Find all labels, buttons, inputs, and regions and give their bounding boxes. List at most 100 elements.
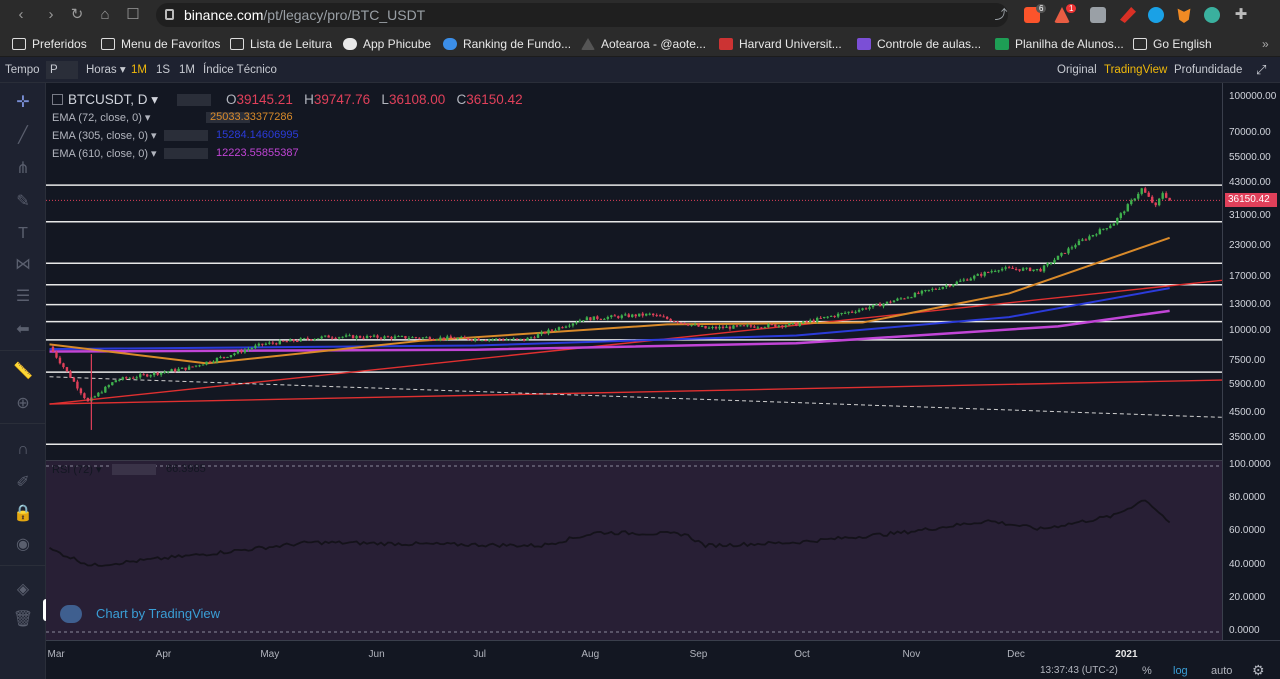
candle-body — [1011, 267, 1014, 269]
rsi-controls[interactable] — [112, 464, 156, 475]
eye-icon[interactable]: ◉ — [12, 534, 34, 556]
extension-pen-icon[interactable] — [1120, 7, 1136, 23]
collapse-icon[interactable] — [52, 94, 63, 105]
lock-icon[interactable]: 🔒 — [12, 503, 34, 525]
candle-body — [700, 325, 704, 327]
ema305-controls[interactable] — [164, 130, 208, 141]
pitchfork-icon[interactable]: ⋔ — [12, 158, 34, 180]
bookmark-item[interactable]: Go English — [1133, 35, 1212, 53]
candle-body — [519, 338, 522, 340]
bookmarks-overflow-icon[interactable]: » — [1262, 35, 1269, 53]
bookmark-item[interactable]: App Phicube — [343, 35, 431, 53]
back-arrow-icon[interactable]: ⬅ — [12, 319, 34, 341]
candle-body — [313, 339, 316, 341]
bookmark-icon[interactable]: ☐ — [124, 6, 142, 24]
pencil-lock-icon[interactable]: ✐ — [12, 472, 34, 494]
month-tick-label: Sep — [689, 649, 708, 660]
zoom-icon[interactable]: ⊕ — [12, 393, 34, 415]
share-icon[interactable]: ⤴ — [992, 6, 1010, 24]
candle-body — [201, 364, 205, 366]
price-tick-label: 13000.00 — [1229, 298, 1271, 310]
indicators-button[interactable]: Índice Técnico — [203, 61, 277, 79]
ema610-controls[interactable] — [164, 148, 208, 159]
candle-body — [760, 327, 763, 329]
candle-body — [763, 327, 767, 329]
fib-icon[interactable]: ☰ — [12, 286, 34, 308]
extensions-puzzle-icon[interactable]: ✚ — [1232, 6, 1250, 24]
candle-body — [910, 297, 913, 299]
candle-body — [805, 321, 808, 323]
extension-a-icon[interactable] — [1204, 7, 1220, 23]
candle-body — [505, 339, 508, 341]
ruler-icon[interactable]: 📏 — [12, 361, 34, 383]
ema610-legend[interactable]: EMA (610, close, 0) ▾ 12223.55855387 — [52, 147, 299, 160]
tempo-select[interactable]: P — [46, 61, 78, 79]
symbol-legend[interactable]: BTCUSDT, D ▾ — [52, 92, 158, 108]
bookmark-item[interactable]: Menu de Favoritos — [101, 35, 220, 53]
forward-icon[interactable]: › — [42, 6, 60, 24]
candle-body — [292, 339, 295, 342]
extension-b-icon[interactable] — [1090, 7, 1106, 23]
bookmark-item[interactable]: Lista de Leitura — [230, 35, 332, 53]
back-icon[interactable]: ‹ — [12, 6, 30, 24]
clock-time[interactable]: 13:37:43 (UTC-2) — [1040, 665, 1118, 676]
trendline — [49, 379, 1222, 405]
magnet-icon[interactable]: ∩ — [12, 439, 34, 461]
bookmark-item[interactable]: Planilha de Alunos... — [995, 35, 1124, 53]
candle-body — [658, 315, 662, 317]
address-bar[interactable]: binance.com/pt/legacy/pro/BTC_USDT — [156, 3, 1008, 27]
metamask-icon[interactable] — [1177, 8, 1191, 23]
bookmark-item[interactable]: Preferidos — [12, 35, 87, 53]
interval-1s-button[interactable]: 1S — [156, 61, 170, 79]
watermark[interactable]: Chart by TradingView — [96, 606, 220, 621]
legend-settings-icon[interactable] — [177, 94, 211, 106]
rsi-tick-label: 40.0000 — [1229, 558, 1266, 570]
home-icon[interactable]: ⌂ — [96, 6, 114, 24]
trendline-icon[interactable]: ╱ — [12, 125, 34, 147]
percent-toggle[interactable]: % — [1142, 665, 1152, 677]
view-depth-tab[interactable]: Profundidade — [1174, 61, 1242, 79]
candle-body — [864, 308, 868, 310]
rsi-canvas[interactable] — [46, 461, 1222, 641]
candle-body — [114, 380, 117, 383]
price-chart[interactable]: BTCUSDT, D ▾ O39145.21 H39747.76 L36108.… — [46, 83, 1222, 460]
rsi-pane[interactable]: RSI (72) ▾ 66.3985 Chart by TradingView — [46, 460, 1222, 640]
auto-toggle[interactable]: auto — [1211, 665, 1232, 677]
brush-icon[interactable]: ✎ — [12, 191, 34, 213]
candle-body — [795, 322, 798, 326]
folder-icon — [101, 38, 115, 50]
crosshair-icon[interactable]: ✛ — [12, 92, 34, 114]
extension-paypal-icon[interactable] — [1148, 7, 1164, 23]
view-tradingview-tab[interactable]: TradingView — [1104, 61, 1167, 79]
time-axis[interactable]: Mar Apr May Jun Jul Aug Sep Oct Nov Dec 2021 13:37… — [46, 640, 1280, 679]
candle-body — [316, 338, 320, 340]
layers-icon[interactable]: ◈ — [12, 579, 34, 601]
bookmark-item[interactable]: Aotearoa - @aote... — [581, 35, 706, 53]
candle-body — [337, 337, 341, 339]
candle-body — [1014, 268, 1018, 270]
ema305-legend[interactable]: EMA (305, close, 0) ▾ 15284.14606995 — [52, 129, 299, 142]
candle-body — [997, 270, 1000, 272]
candle-body — [358, 336, 362, 338]
interval-1m-button[interactable]: 1M — [131, 61, 147, 79]
view-original-tab[interactable]: Original — [1057, 61, 1097, 79]
price-scale[interactable]: 100000.00 70000.00 55000.00 43000.00 31000.0… — [1222, 83, 1280, 640]
pattern-icon[interactable]: ⋈ — [12, 254, 34, 276]
text-icon[interactable]: T — [12, 223, 34, 245]
rsi-legend[interactable]: RSI (72) ▾ 66.3985 — [52, 463, 206, 476]
log-toggle[interactable]: log — [1173, 665, 1188, 677]
interval-1month-button[interactable]: 1M — [179, 61, 195, 79]
reload-icon[interactable]: ↻ — [68, 6, 86, 24]
candle-body — [481, 340, 484, 342]
bookmark-item[interactable]: Harvard Universit... — [719, 35, 842, 53]
bookmark-item[interactable]: Ranking de Fundo... — [443, 35, 571, 53]
trash-icon[interactable]: 🗑 — [12, 609, 34, 631]
hours-dropdown[interactable]: Horas ▾ — [86, 61, 126, 79]
ema72-legend[interactable]: EMA (72, close, 0) ▾ 25033.33377286 — [52, 111, 293, 124]
mountain-icon — [581, 38, 595, 50]
fullscreen-icon[interactable]: ⤢ — [1256, 61, 1266, 79]
bookmark-item[interactable]: Controle de aulas... — [857, 35, 981, 53]
settings-gear-icon[interactable]: ⚙ — [1252, 662, 1265, 679]
candle-body — [693, 324, 697, 326]
flag-icon — [719, 38, 733, 50]
